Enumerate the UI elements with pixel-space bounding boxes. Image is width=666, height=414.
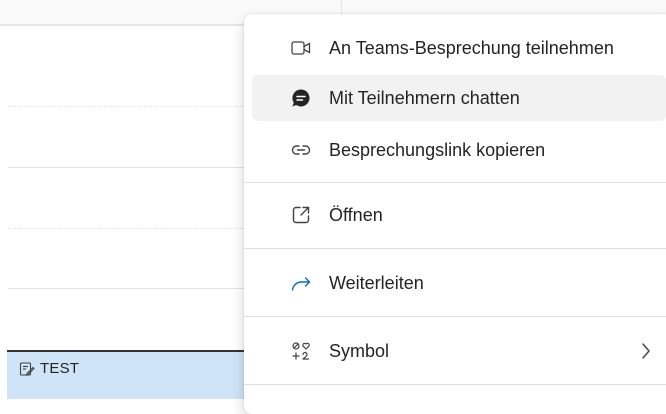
calendar-half-hour-line bbox=[8, 106, 258, 107]
calendar-hour-line bbox=[8, 288, 258, 289]
calendar-hour-line bbox=[8, 167, 258, 168]
open-external-icon bbox=[290, 204, 312, 226]
video-camera-icon bbox=[290, 37, 312, 59]
menu-item-label: Besprechungslink kopieren bbox=[329, 140, 546, 160]
forward-arrow-icon bbox=[290, 272, 312, 294]
menu-separator bbox=[244, 384, 666, 385]
context-menu: An Teams-Besprechung teilnehmen Mit Teil… bbox=[244, 14, 666, 414]
menu-separator bbox=[244, 182, 666, 183]
menu-item-symbol[interactable]: Symbol bbox=[252, 328, 666, 374]
menu-item-label: An Teams-Besprechung teilnehmen bbox=[329, 38, 614, 58]
menu-item-label: Weiterleiten bbox=[329, 273, 424, 293]
chevron-right-icon bbox=[638, 340, 654, 362]
link-icon bbox=[290, 139, 312, 161]
menu-item-label: Symbol bbox=[329, 341, 390, 361]
menu-item-label: Mit Teilnehmern chatten bbox=[329, 88, 520, 108]
calendar-half-hour-line bbox=[8, 228, 258, 229]
menu-item-forward[interactable]: Weiterleiten bbox=[252, 260, 666, 306]
calendar-event[interactable]: TEST bbox=[7, 350, 267, 399]
edit-note-icon bbox=[19, 361, 35, 377]
menu-item-copy-meeting-link[interactable]: Besprechungslink kopieren bbox=[252, 127, 666, 173]
menu-item-open[interactable]: Öffnen bbox=[252, 192, 666, 238]
menu-separator bbox=[244, 248, 666, 249]
menu-item-join-teams-meeting[interactable]: An Teams-Besprechung teilnehmen bbox=[252, 25, 666, 71]
symbol-icon bbox=[290, 340, 312, 362]
menu-item-chat-with-participants[interactable]: Mit Teilnehmern chatten bbox=[252, 75, 666, 121]
chat-bubble-icon bbox=[290, 87, 312, 109]
menu-item-label: Öffnen bbox=[329, 205, 383, 225]
calendar-event-title: TEST bbox=[40, 360, 80, 377]
menu-separator bbox=[244, 316, 666, 317]
